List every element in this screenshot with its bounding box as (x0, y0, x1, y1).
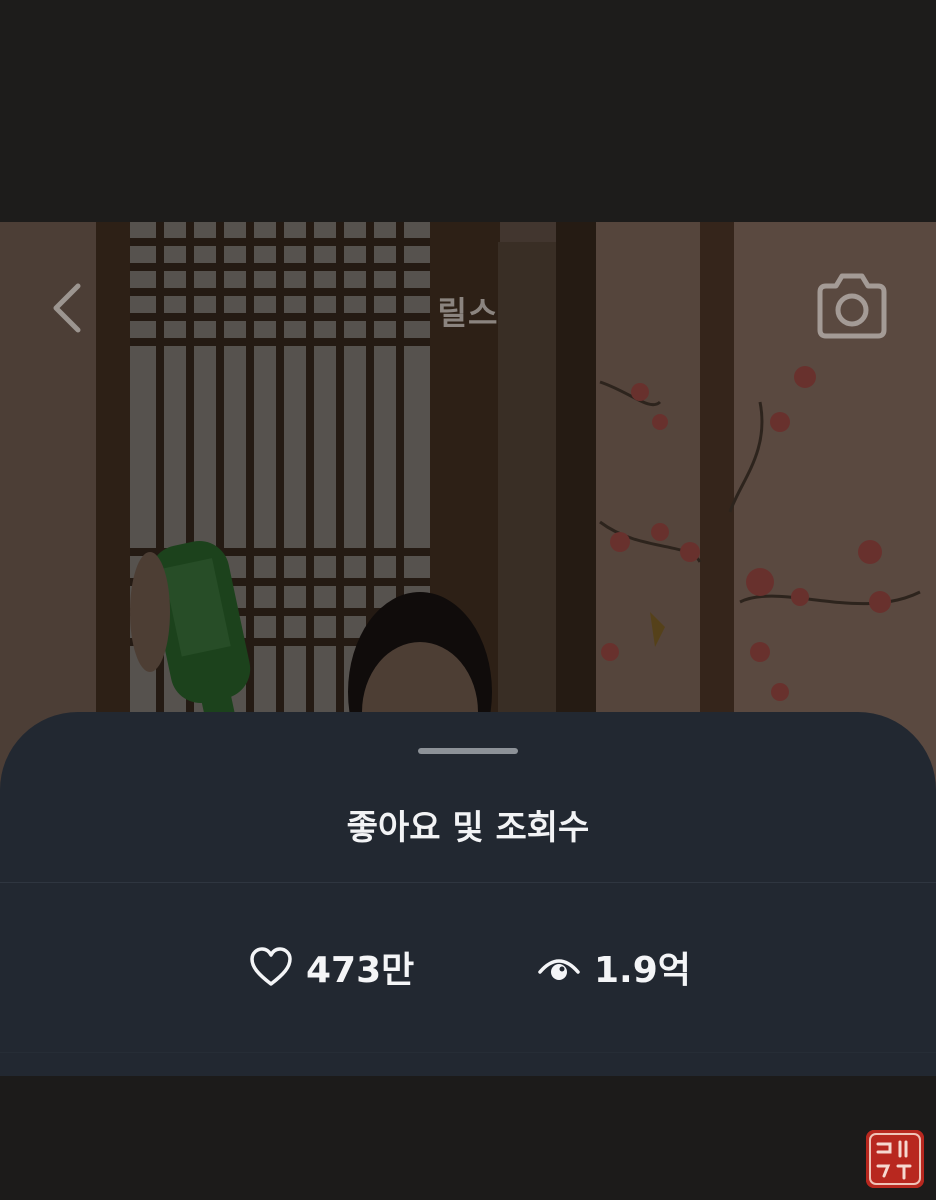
top-letterbox (0, 0, 936, 222)
camera-icon[interactable] (812, 270, 892, 342)
sheet-title: 좋아요 및 조회수 (346, 808, 590, 848)
watermark-stamp (866, 1130, 924, 1188)
likes-views-sheet: 좋아요 및 조회수 473만 1.9억 (0, 712, 936, 1076)
eye-icon (538, 959, 580, 980)
divider (0, 882, 936, 883)
sheet-drag-handle[interactable] (418, 748, 518, 754)
views-count: 1.9억 (594, 950, 691, 991)
heart-icon (250, 947, 292, 986)
reels-header: 릴스 (0, 262, 936, 352)
page-title: 릴스 (437, 294, 499, 332)
likes-count: 473만 (306, 950, 415, 991)
bottom-letterbox (0, 1076, 936, 1200)
likes-stat: 473만 (248, 942, 414, 992)
sheet-bottom-divider (0, 1052, 936, 1053)
views-stat: 1.9억 (536, 942, 691, 992)
reels-screen: 릴스 좋아요 및 조회수 473만 1.9억 (0, 0, 936, 1200)
